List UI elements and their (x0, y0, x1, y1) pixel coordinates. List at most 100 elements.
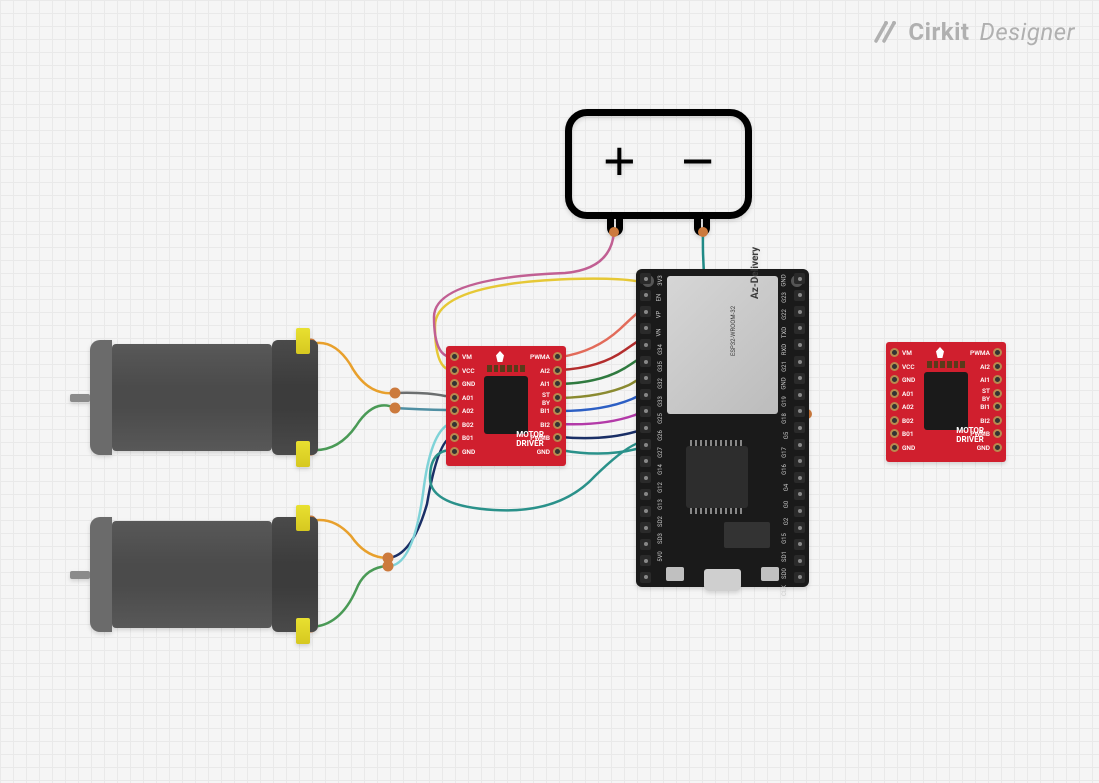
pin-label: BI2 (980, 417, 990, 425)
esp-pin[interactable] (794, 539, 805, 550)
pin-vcc[interactable] (450, 366, 459, 375)
pin-gnd[interactable] (450, 447, 459, 456)
pin-bi1[interactable] (553, 406, 562, 415)
pin-b01[interactable] (450, 433, 459, 442)
pin-label: GND (462, 380, 475, 388)
esp-pin[interactable] (794, 572, 805, 583)
pin-ai2[interactable] (993, 362, 1002, 371)
en-button[interactable] (666, 567, 684, 581)
esp-pin[interactable] (794, 472, 805, 483)
esp-pin[interactable] (640, 373, 651, 384)
esp-pin[interactable] (640, 472, 651, 483)
pin-label: ST BY (982, 387, 990, 403)
esp-pin-label: G27 (657, 447, 664, 458)
dc-motor-2[interactable] (88, 517, 318, 632)
esp-pin-label: TXD (781, 327, 788, 338)
circuit-canvas[interactable]: Cirkit Designer + − (0, 0, 1099, 783)
esp-pin[interactable] (640, 489, 651, 500)
esp-pin[interactable] (794, 356, 805, 367)
pin-label: A01 (462, 394, 474, 402)
esp-pin[interactable] (640, 422, 651, 433)
pin-bi1[interactable] (993, 402, 1002, 411)
esp-pin[interactable] (794, 339, 805, 350)
esp-pin[interactable] (640, 522, 651, 533)
pin-a01[interactable] (890, 389, 899, 398)
pin-label: B02 (902, 417, 914, 425)
esp-pin[interactable] (640, 572, 651, 583)
esp-pin-label: VN (656, 328, 663, 336)
esp32-devkit-component[interactable]: Az-Delivery ESP32-WROOM-32 3V3ENVPVNG34G… (636, 269, 809, 587)
esp-pin[interactable] (640, 339, 651, 350)
esp-pin[interactable] (794, 323, 805, 334)
pin-label: PWMA (970, 349, 990, 357)
pin-stby[interactable] (553, 393, 562, 402)
esp-pin[interactable] (640, 356, 651, 367)
esp-pin[interactable] (640, 389, 651, 400)
pin-ai2[interactable] (553, 366, 562, 375)
esp-pin[interactable] (640, 539, 651, 550)
battery-minus-label: − (681, 133, 714, 189)
esp-pin[interactable] (794, 439, 805, 450)
pin-gnd[interactable] (993, 443, 1002, 452)
pin-bi2[interactable] (553, 420, 562, 429)
pin-a02[interactable] (450, 406, 459, 415)
boot-button[interactable] (761, 567, 779, 581)
esp-pin[interactable] (794, 290, 805, 301)
esp-pin-label: G16 (781, 465, 788, 476)
esp-pin[interactable] (640, 323, 651, 334)
pin-gnd[interactable] (553, 447, 562, 456)
esp-pin-label: G2 (783, 518, 790, 525)
esp-pin[interactable] (640, 406, 651, 417)
esp-pin[interactable] (640, 456, 651, 467)
pin-label: VM (462, 353, 472, 361)
pin-ai1[interactable] (553, 379, 562, 388)
esp-pin-label: G14 (657, 465, 664, 476)
pin-gnd[interactable] (890, 375, 899, 384)
esp-pin[interactable] (794, 555, 805, 566)
esp-pin[interactable] (794, 456, 805, 467)
esp-pin[interactable] (794, 389, 805, 400)
pin-label: GND (902, 444, 915, 452)
esp-pin[interactable] (640, 506, 651, 517)
pin-a01[interactable] (450, 393, 459, 402)
esp-pin[interactable] (640, 439, 651, 450)
pin-vm[interactable] (890, 348, 899, 357)
pin-pwma[interactable] (993, 348, 1002, 357)
esp-pin[interactable] (794, 522, 805, 533)
pin-gnd[interactable] (890, 443, 899, 452)
esp-pin[interactable] (794, 306, 805, 317)
esp-pin[interactable] (794, 406, 805, 417)
esp-pin[interactable] (640, 306, 651, 317)
motor-driver-floating[interactable]: MOTOR DRIVER VMVCCGNDA01A02B02B01GNDPWMA… (886, 342, 1006, 462)
esp-pin[interactable] (640, 273, 651, 284)
pin-label: AI1 (540, 380, 550, 388)
esp-pin[interactable] (794, 373, 805, 384)
pin-label: AI1 (980, 376, 990, 384)
pin-b01[interactable] (890, 429, 899, 438)
esp-pin[interactable] (640, 290, 651, 301)
pin-b02[interactable] (450, 420, 459, 429)
pin-a02[interactable] (890, 402, 899, 411)
pin-bi2[interactable] (993, 416, 1002, 425)
pin-label: BI1 (540, 407, 550, 415)
esp-pin[interactable] (794, 506, 805, 517)
dc-motor-1[interactable] (88, 340, 318, 455)
esp-pin[interactable] (794, 273, 805, 284)
pin-pwmb[interactable] (993, 429, 1002, 438)
esp-pin-label: SD2 (657, 516, 664, 527)
pin-stby[interactable] (993, 389, 1002, 398)
esp-pin[interactable] (794, 489, 805, 500)
pin-label: A02 (462, 407, 474, 415)
motor-driver-wired[interactable]: MOTOR DRIVER VMVCCGNDA01A02B02B01GNDPWMA… (446, 346, 566, 466)
esp-pin[interactable] (794, 422, 805, 433)
pin-vm[interactable] (450, 352, 459, 361)
pin-vcc[interactable] (890, 362, 899, 371)
pin-ai1[interactable] (993, 375, 1002, 384)
pin-b02[interactable] (890, 416, 899, 425)
esp-pin-label: GND (780, 378, 787, 390)
battery-component[interactable]: + − (565, 109, 752, 236)
pin-pwmb[interactable] (553, 433, 562, 442)
pin-gnd[interactable] (450, 379, 459, 388)
pin-pwma[interactable] (553, 352, 562, 361)
esp-pin[interactable] (640, 555, 651, 566)
